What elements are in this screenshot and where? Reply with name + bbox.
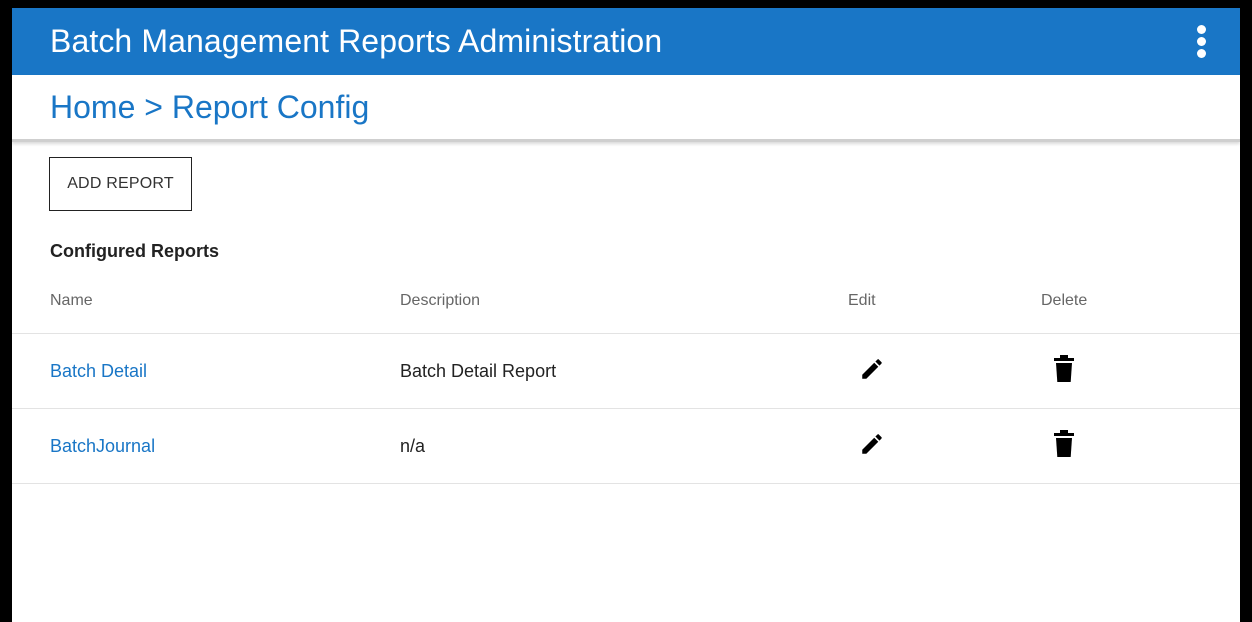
- column-header-name: Name: [50, 292, 93, 309]
- description-cell: Batch Detail Report: [399, 333, 847, 409]
- delete-cell: [1040, 333, 1240, 409]
- report-name-link[interactable]: Batch Detail: [50, 361, 147, 381]
- delete-cell: [1040, 408, 1240, 484]
- trash-icon[interactable]: [1052, 429, 1076, 463]
- menu-dot: [1196, 49, 1206, 58]
- app-header: Batch Management Reports Administration: [12, 8, 1240, 75]
- breadcrumb[interactable]: Home > Report Config: [50, 89, 369, 126]
- column-header-delete: Delete: [1041, 292, 1088, 309]
- breadcrumb-bar: Home > Report Config: [12, 75, 1240, 142]
- add-report-button[interactable]: ADD REPORT: [49, 157, 192, 211]
- more-vertical-icon[interactable]: [1194, 22, 1208, 62]
- section-title: Configured Reports: [50, 241, 219, 261]
- pencil-icon[interactable]: [859, 356, 885, 387]
- table-header-row: Name Description Edit Delete: [12, 292, 1240, 334]
- menu-dot: [1196, 25, 1206, 34]
- table-row: BatchJournal n/a: [12, 408, 1240, 484]
- main-content: ADD REPORT Configured Reports Name Descr…: [12, 142, 1240, 484]
- edit-cell: [847, 408, 1040, 484]
- description-cell: n/a: [399, 408, 847, 484]
- edit-cell: [847, 333, 1040, 409]
- table-row: Batch Detail Batch Detail Report: [12, 333, 1240, 409]
- app-title: Batch Management Reports Administration: [50, 23, 663, 59]
- name-cell: Batch Detail: [12, 333, 399, 409]
- report-name-link[interactable]: BatchJournal: [50, 436, 155, 456]
- column-header-description: Description: [400, 292, 481, 309]
- trash-icon[interactable]: [1052, 354, 1076, 388]
- app-window: Batch Management Reports Administration …: [0, 0, 1252, 622]
- reports-table: Name Description Edit Delete Batch Detai…: [12, 292, 1240, 484]
- column-header-edit: Edit: [848, 292, 876, 309]
- pencil-icon[interactable]: [859, 431, 885, 462]
- name-cell: BatchJournal: [12, 408, 399, 484]
- menu-dot: [1196, 37, 1206, 46]
